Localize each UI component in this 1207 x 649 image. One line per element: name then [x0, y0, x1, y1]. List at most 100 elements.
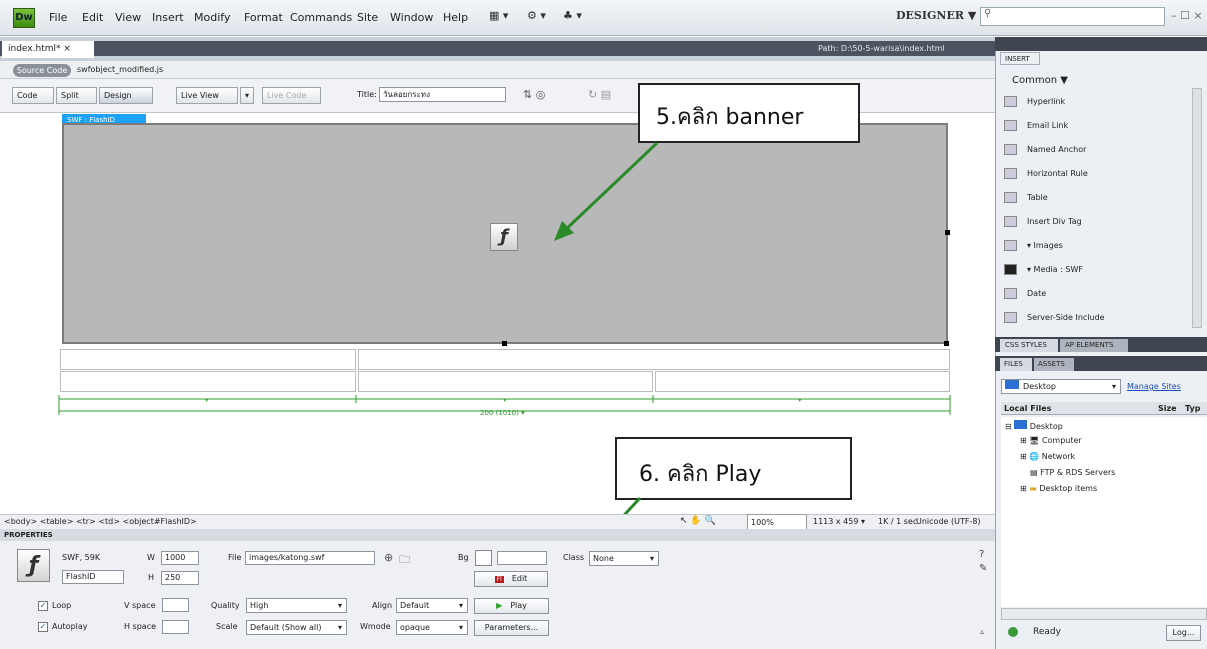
files-hscrollbar[interactable]: [1001, 608, 1207, 620]
tab-files[interactable]: FILES: [1000, 358, 1032, 371]
swf-icon: ƒ: [17, 549, 50, 582]
insert-item-hyperlink[interactable]: Hyperlink: [1004, 96, 1065, 107]
callout-step6: 6. คลิก Play: [615, 437, 852, 500]
page-title-input[interactable]: วันลอยกระทง: [379, 87, 506, 102]
align-select[interactable]: Default ▾: [396, 598, 468, 613]
live-view-button[interactable]: Live View: [176, 87, 238, 104]
extend-icon[interactable]: ⚙ ▾: [527, 9, 546, 22]
menu-commands[interactable]: Commands: [290, 11, 352, 24]
split-view-button[interactable]: Split: [56, 87, 97, 104]
help-icon[interactable]: ?: [979, 549, 984, 560]
tree-item-computer[interactable]: ⊞ 🖥 Computer: [1020, 436, 1082, 445]
resize-handle-corner[interactable]: [944, 341, 949, 346]
insert-item-named-anchor[interactable]: Named Anchor: [1004, 144, 1086, 155]
collapse-icon[interactable]: ▵: [980, 627, 984, 636]
search-input[interactable]: ⚲: [980, 7, 1165, 26]
menu-site[interactable]: Site: [357, 11, 378, 24]
loop-checkbox[interactable]: ✓: [38, 601, 48, 611]
item-label: Hyperlink: [1027, 97, 1066, 106]
table-cell[interactable]: [60, 371, 356, 392]
class-value: None: [593, 554, 614, 563]
insert-item-div-tag[interactable]: Insert Div Tag: [1004, 216, 1082, 227]
insert-item-table[interactable]: Table: [1004, 192, 1048, 203]
menu-insert[interactable]: Insert: [152, 11, 184, 24]
point-to-file-icon[interactable]: ⊕: [384, 551, 393, 564]
tab-index-html[interactable]: index.html* ×: [2, 41, 94, 58]
insert-item-email-link[interactable]: Email Link: [1004, 120, 1068, 131]
swf-info: SWF, 59K: [62, 553, 101, 562]
workspace-switcher[interactable]: DESIGNER ▼: [896, 9, 976, 22]
browse-folder-icon[interactable]: 🗀: [399, 551, 410, 570]
menu-modify[interactable]: Modify: [194, 11, 230, 24]
log-button[interactable]: Log...: [1166, 625, 1201, 641]
bg-color-swatch[interactable]: [475, 550, 492, 566]
tab-css-styles[interactable]: CSS STYLES: [1000, 339, 1058, 352]
file-input[interactable]: images/katong.swf: [245, 551, 375, 565]
window-size[interactable]: 1113 x 459 ▾: [813, 514, 865, 529]
play-button[interactable]: ▶ Play: [474, 598, 549, 614]
tree-item-network[interactable]: ⊞ 🌐 Network: [1020, 452, 1075, 461]
scale-select[interactable]: Default (Show all) ▾: [246, 620, 347, 635]
live-view-dropdown[interactable]: ▾: [240, 87, 254, 104]
tab-ap-elements[interactable]: AP ELEMENTS: [1060, 339, 1128, 352]
design-view-button[interactable]: Design: [99, 87, 153, 104]
vspace-label: V space: [124, 601, 156, 610]
select-hand-zoom-icons[interactable]: ↖ ✋ 🔍: [680, 514, 740, 529]
table-cell[interactable]: [358, 371, 653, 392]
insert-item-ssi[interactable]: Server-Side Include: [1004, 312, 1105, 323]
vspace-input[interactable]: [162, 598, 189, 612]
insert-item-date[interactable]: Date: [1004, 288, 1046, 299]
swf-id-input[interactable]: FlashID: [62, 570, 124, 584]
menu-edit[interactable]: Edit: [82, 11, 103, 24]
width-input[interactable]: 1000: [161, 551, 199, 565]
related-file-swfobject[interactable]: swfobject_modified.js: [77, 65, 163, 74]
insert-item-media-swf[interactable]: ▾ Media : SWF: [1004, 264, 1083, 275]
arrow-to-banner: [554, 141, 659, 241]
table-cell[interactable]: [358, 349, 950, 370]
table-cell[interactable]: [60, 349, 356, 370]
refresh-icon[interactable]: ↻ ▤: [588, 88, 611, 101]
live-code-label: Live Code: [267, 91, 307, 100]
table-cell[interactable]: [655, 371, 950, 392]
insert-item-images[interactable]: ▾ Images: [1004, 240, 1063, 251]
site-icon[interactable]: ♣ ▾: [563, 9, 582, 22]
image-icon: [1004, 240, 1017, 251]
local-files-header: Local Files: [1004, 404, 1052, 413]
class-select[interactable]: None ▾: [589, 551, 659, 566]
menu-window[interactable]: Window: [390, 11, 433, 24]
insert-tab[interactable]: INSERT: [1000, 52, 1040, 65]
menu-help[interactable]: Help: [443, 11, 468, 24]
quality-select[interactable]: High ▾: [246, 598, 347, 613]
menu-format[interactable]: Format: [244, 11, 283, 24]
resize-handle-right[interactable]: [945, 230, 950, 235]
tree-item-ftp[interactable]: ▤ FTP & RDS Servers: [1030, 468, 1115, 477]
code-view-button[interactable]: Code: [12, 87, 54, 104]
insert-item-horizontal-rule[interactable]: Horizontal Rule: [1004, 168, 1088, 179]
insert-scrollbar[interactable]: [1192, 88, 1202, 328]
wmode-select[interactable]: opaque ▾: [396, 620, 468, 635]
manage-sites-link[interactable]: Manage Sites: [1127, 382, 1181, 391]
bg-color-input[interactable]: [497, 551, 547, 565]
autoplay-checkbox[interactable]: ✓: [38, 622, 48, 632]
media-icon: [1004, 264, 1017, 275]
hspace-input[interactable]: [162, 620, 189, 634]
tree-item-desktop-items[interactable]: ⊞ ▬ Desktop items: [1020, 484, 1097, 493]
resize-handle-bottom[interactable]: [502, 341, 507, 346]
source-code-button[interactable]: Source Code: [13, 64, 71, 77]
file-management-icon[interactable]: ⇅ ◎: [523, 88, 545, 101]
insert-category[interactable]: Common ▼: [1012, 75, 1068, 86]
size-header: Size: [1158, 404, 1177, 413]
layout-icon[interactable]: ▦ ▾: [489, 9, 508, 22]
tree-item-desktop[interactable]: ⊟ Desktop: [1005, 420, 1063, 431]
edit-button[interactable]: Fl Edit: [474, 571, 548, 587]
live-code-button[interactable]: Live Code: [262, 87, 321, 104]
menu-file[interactable]: File: [49, 11, 67, 24]
menu-view[interactable]: View: [115, 11, 141, 24]
site-location-select[interactable]: Desktop ▾: [1001, 379, 1121, 394]
height-input[interactable]: 250: [161, 571, 199, 585]
window-controls[interactable]: – ☐ ×: [1171, 9, 1203, 22]
tab-assets[interactable]: ASSETS: [1034, 358, 1074, 371]
quick-tag-editor-icon[interactable]: ✎: [979, 563, 987, 574]
tree-label: FTP & RDS Servers: [1040, 468, 1116, 477]
parameters-button[interactable]: Parameters...: [474, 620, 549, 636]
